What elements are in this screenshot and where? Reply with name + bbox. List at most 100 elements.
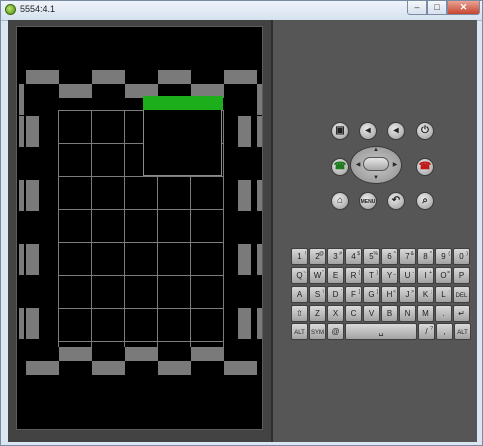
key[interactable]: 1! [291,248,308,265]
dialog-title-bar [143,96,223,110]
camera-icon: ▣ [335,125,345,136]
key[interactable]: R{ [345,267,362,284]
volume-up-icon: ◂ [393,125,399,136]
key-label: J [405,290,410,299]
checker-cell [26,116,39,147]
menu-button[interactable]: MENU [359,192,377,210]
key-secondary-label: & [410,251,414,257]
key[interactable]: 4 $ [345,248,362,265]
maximize-button[interactable]: □ [427,1,447,15]
key[interactable]: A [291,286,308,303]
dpad-center-button[interactable] [363,157,389,171]
checker-cell [92,70,125,84]
key-secondary-label: * [430,251,432,257]
grid-line [91,110,92,347]
emulator-body: ▲ ▼ ◀ ▶ ▣ ◂ ◂ ⏻ ☎ ☎ ⌂ MENU ↶ ⌕ 1! 2 @3 #4 $5% 6 ^ 7 & 8 * 9(0… [8,20,477,442]
checker-cell [19,308,24,339]
grid-line [58,110,59,347]
key[interactable]: Q ~ [291,267,308,284]
key[interactable]: 9( [435,248,452,265]
key-secondary-label: ~ [303,270,306,276]
key-secondary-label: ! [304,251,306,257]
key-label: , [443,327,446,336]
key[interactable]: Y _ [381,267,398,284]
key[interactable]: U- [399,267,416,284]
power-button[interactable]: ⏻ [416,122,434,140]
minimize-button[interactable]: – [407,1,427,15]
key-label: 7 [405,252,410,261]
key[interactable]: 0) [453,248,470,265]
key[interactable]: /? [418,323,435,340]
key[interactable]: D ' [327,286,344,303]
key-label: 1 [297,252,302,261]
key[interactable]: ↵ [453,305,470,322]
checker-cell [224,70,257,84]
key[interactable]: M [417,305,434,322]
checker-cell [257,116,262,147]
key[interactable]: C [345,305,362,322]
home-button[interactable]: ⌂ [331,192,349,210]
volume-up-button[interactable]: ◂ [387,122,405,140]
key[interactable]: H < [381,286,398,303]
emulator-window: 5554:4.1 – □ ✕ ▲ ▼ ◀ ▶ ▣ ◂ ◂ ⏻ ☎ ☎ ⌂ MENU ↶ ⌕ 1! 2 @… [0,0,483,446]
key[interactable]: F[ [345,286,362,303]
close-button[interactable]: ✕ [447,1,480,15]
call-button[interactable]: ☎ [331,158,349,176]
key[interactable]: 8 * [417,248,434,265]
dpad-down-icon[interactable]: ▼ [371,175,381,181]
key[interactable]: X [327,305,344,322]
key-secondary-label: ? [430,326,433,332]
key[interactable]: I + [417,267,434,284]
key[interactable]: 6 ^ [381,248,398,265]
key[interactable]: 5% [363,248,380,265]
grid-line [58,308,223,309]
key-label: B [386,309,393,318]
device-screen[interactable] [16,26,263,430]
key[interactable]: S \ [309,286,326,303]
key[interactable]: N [399,305,416,322]
key[interactable]: K; [417,286,434,303]
key[interactable]: ⇧ [291,305,308,322]
key[interactable]: , [436,323,453,340]
checker-cell [19,244,24,275]
key[interactable]: P [453,267,470,284]
key[interactable]: @ [327,323,344,340]
key[interactable]: . [435,305,452,322]
checker-cell [125,347,158,361]
key-secondary-label: " [322,270,324,276]
key[interactable]: ALT [291,323,308,340]
key[interactable]: 7 & [399,248,416,265]
dpad-up-icon[interactable]: ▲ [371,147,381,153]
title-bar[interactable]: 5554:4.1 – □ ✕ [1,1,482,21]
key[interactable]: 3 # [327,248,344,265]
search-button[interactable]: ⌕ [416,192,434,210]
key[interactable]: O = [435,267,452,284]
end-call-button[interactable]: ☎ [416,158,434,176]
key-label: U [404,271,411,280]
key[interactable]: T} [363,267,380,284]
volume-down-button[interactable]: ◂ [359,122,377,140]
key[interactable]: B [381,305,398,322]
key[interactable]: ALT [454,323,471,340]
key-secondary-label: ` [340,270,342,276]
dpad-left-icon[interactable]: ◀ [353,161,363,168]
key[interactable]: DEL [453,286,470,303]
key-label: 9 [441,252,446,261]
camera-button[interactable]: ▣ [331,122,349,140]
key[interactable]: ␣ [345,323,417,340]
key-label: N [404,309,411,318]
checker-cell [238,244,251,275]
key-label: V [368,309,375,318]
key[interactable]: E ` [327,267,344,284]
key[interactable]: W " [309,267,326,284]
key-label: X [332,309,339,318]
key[interactable]: L: [435,286,452,303]
dpad-right-icon[interactable]: ▶ [390,161,400,168]
key[interactable]: V [363,305,380,322]
key[interactable]: Z [309,305,326,322]
back-button[interactable]: ↶ [387,192,405,210]
key[interactable]: 2 @ [309,248,326,265]
key[interactable]: G] [363,286,380,303]
key[interactable]: SYM [309,323,326,340]
key[interactable]: J > [399,286,416,303]
